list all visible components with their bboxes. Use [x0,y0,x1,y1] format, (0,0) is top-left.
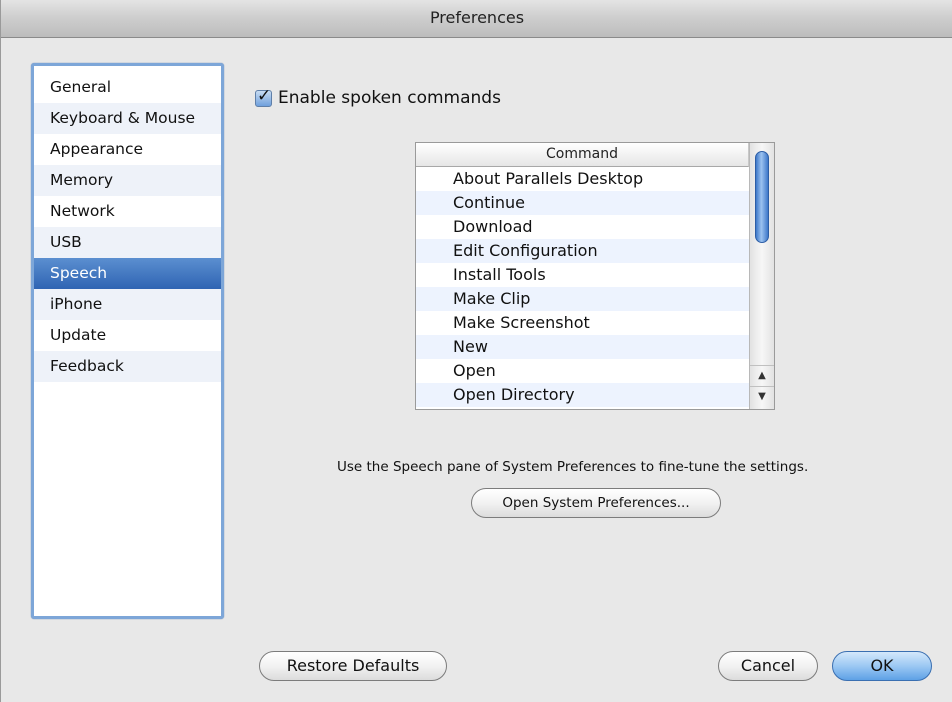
table-row[interactable]: Make Clip [416,287,749,311]
preferences-window: Preferences General Keyboard & Mouse App… [0,0,952,702]
enable-spoken-commands-label[interactable]: Enable spoken commands [278,88,501,108]
open-system-preferences-button[interactable]: Open System Preferences... [471,488,721,518]
scrollbar-thumb[interactable] [755,151,769,243]
scroll-down-arrow-icon[interactable]: ▼ [750,386,774,407]
sidebar-list: General Keyboard & Mouse Appearance Memo… [34,72,221,382]
sidebar-item-network[interactable]: Network [34,196,221,227]
cancel-button[interactable]: Cancel [718,651,818,681]
table-row[interactable]: Continue [416,191,749,215]
preferences-sidebar: General Keyboard & Mouse Appearance Memo… [31,63,224,619]
window-title: Preferences [429,8,525,27]
sidebar-item-feedback[interactable]: Feedback [34,351,221,382]
sidebar-item-keyboard-mouse[interactable]: Keyboard & Mouse [34,103,221,134]
enable-spoken-commands-checkbox[interactable]: ✓ [255,86,272,107]
column-header-command[interactable]: Command [416,143,749,167]
sidebar-item-appearance[interactable]: Appearance [34,134,221,165]
sidebar-item-usb[interactable]: USB [34,227,221,258]
table-row[interactable]: Open [416,359,749,383]
table-row[interactable]: New [416,335,749,359]
sidebar-item-iphone[interactable]: iPhone [34,289,221,320]
table-row[interactable]: Open Directory [416,383,749,407]
sidebar-item-update[interactable]: Update [34,320,221,351]
sidebar-item-memory[interactable]: Memory [34,165,221,196]
table-row[interactable]: Edit Configuration [416,239,749,263]
sidebar-item-general[interactable]: General [34,72,221,103]
checkmark-icon: ✓ [257,85,272,106]
speech-settings-hint: Use the Speech pane of System Preference… [337,459,809,475]
commands-list: About Parallels Desktop Continue Downloa… [416,167,749,407]
enable-spoken-commands-row[interactable]: ✓ Enable spoken commands [255,86,501,110]
restore-defaults-button[interactable]: Restore Defaults [259,651,447,681]
table-row[interactable]: Install Tools [416,263,749,287]
table-row[interactable]: About Parallels Desktop [416,167,749,191]
table-row[interactable]: Make Screenshot [416,311,749,335]
scroll-up-arrow-icon[interactable]: ▲ [750,365,774,386]
table-row[interactable]: Download [416,215,749,239]
commands-scrollbar[interactable]: ▲ ▼ [749,143,774,409]
commands-table: Command About Parallels Desktop Continue… [415,142,775,410]
ok-button[interactable]: OK [832,651,932,681]
sidebar-item-speech[interactable]: Speech [34,258,221,289]
title-bar[interactable]: Preferences [1,0,952,38]
